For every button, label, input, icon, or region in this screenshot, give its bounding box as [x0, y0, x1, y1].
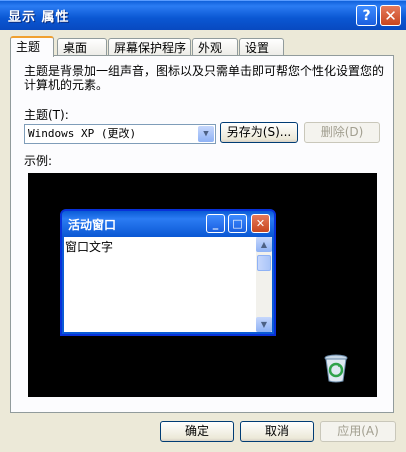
cancel-button[interactable]: 取消	[240, 421, 314, 442]
help-button[interactable]: ?	[356, 5, 377, 26]
close-icon: ✕	[251, 214, 270, 233]
example-label: 示例:	[24, 154, 53, 168]
tab-desktop[interactable]: 桌面	[57, 38, 107, 56]
tab-appearance[interactable]: 外观	[192, 38, 238, 56]
preview-window-text: 窗口文字	[65, 240, 114, 254]
tab-screensaver[interactable]: 屏幕保护程序	[108, 38, 191, 56]
maximize-icon: □	[228, 214, 247, 233]
apply-button[interactable]: 应用(A)	[320, 421, 396, 442]
scroll-up-icon: ▲	[256, 237, 272, 252]
scroll-thumb	[257, 255, 271, 271]
save-as-button[interactable]: 另存为(S)...	[220, 122, 298, 143]
tab-settings[interactable]: 设置	[239, 38, 284, 56]
preview-window-titlebar: 活动窗口 _ □ ✕	[62, 211, 274, 237]
title-bar: 显示 属性 ? ✕	[0, 0, 406, 30]
recycle-bin-icon	[324, 354, 348, 383]
theme-description: 主题是背景加一组声音，图标以及只需单击即可帮您个性化设置您的计算机的元素。	[24, 64, 385, 92]
ok-button[interactable]: 确定	[160, 421, 234, 442]
preview-window-title: 活动窗口	[68, 218, 117, 232]
preview-window: 活动窗口 _ □ ✕ 窗口文字 ▲ ▼	[60, 209, 276, 336]
minimize-icon: _	[206, 214, 225, 233]
theme-select-value: Windows XP (更改)	[28, 127, 137, 140]
theme-label: 主题(T):	[24, 108, 69, 122]
close-button[interactable]: ✕	[380, 5, 401, 26]
theme-select[interactable]: Windows XP (更改) ▼	[24, 124, 216, 144]
tab-theme[interactable]: 主题	[10, 36, 54, 57]
delete-button[interactable]: 删除(D)	[304, 122, 380, 143]
scroll-down-icon: ▼	[256, 317, 272, 332]
chevron-down-icon[interactable]: ▼	[198, 126, 214, 142]
window-title: 显示 属性	[8, 10, 70, 25]
preview-window-body: 窗口文字 ▲ ▼	[64, 237, 272, 332]
preview-scrollbar: ▲ ▼	[256, 237, 272, 332]
